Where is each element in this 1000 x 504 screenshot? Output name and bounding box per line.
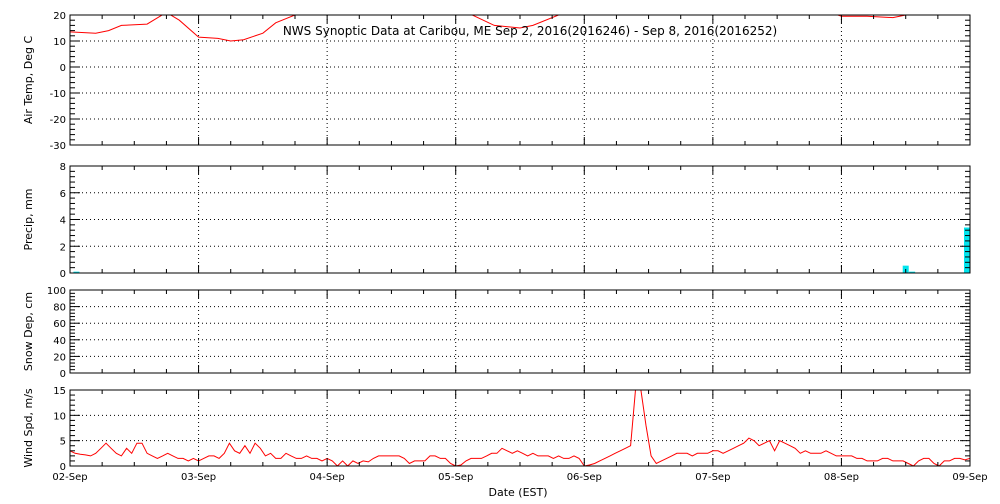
y-tick-label: 80 bbox=[53, 303, 66, 314]
y-tick-label: 10 bbox=[53, 37, 66, 48]
chart-svg: -30 -20 -10 0 10 20 Air Temp, Deg C 0 2 4 6 8 Precip… bbox=[22, 11, 988, 499]
y-tick-label: -30 bbox=[50, 141, 66, 152]
y-axis-label: Snow Dep, cm bbox=[22, 292, 35, 371]
y-tick-label: 6 bbox=[60, 189, 66, 200]
y-tick-label: 8 bbox=[60, 162, 66, 173]
y-axis-label: Wind Spd, m/s bbox=[22, 388, 35, 468]
y-tick-label: 40 bbox=[53, 336, 66, 347]
y-tick-label: 20 bbox=[53, 352, 66, 363]
precip-bar bbox=[964, 227, 970, 273]
x-tick-label: 02-Sep bbox=[52, 472, 87, 483]
x-tick-label: 05-Sep bbox=[438, 472, 473, 483]
y-tick-label: -20 bbox=[50, 115, 66, 126]
chart-title: NWS Synoptic Data at Caribou, ME Sep 2, … bbox=[283, 24, 777, 38]
series-line bbox=[70, 390, 970, 466]
panel-frame bbox=[69, 289, 971, 374]
y-tick-label: 15 bbox=[53, 386, 66, 397]
y-tick-label: 0 bbox=[60, 269, 66, 280]
chart-panel-3: 051015Wind Spd, m/s bbox=[22, 386, 971, 473]
chart-figure: -30 -20 -10 0 10 20 Air Temp, Deg C 0 2 4 6 8 Precip… bbox=[0, 0, 1000, 500]
x-tick-label: 06-Sep bbox=[567, 472, 602, 483]
y-axis-label: Precip, mm bbox=[22, 189, 35, 251]
y-tick-label: 0 bbox=[60, 63, 66, 74]
chart-panel-1: 0 2 4 6 8 Precip, mm bbox=[22, 162, 971, 280]
y-tick-label: -10 bbox=[50, 89, 66, 100]
y-tick-label: 4 bbox=[60, 216, 66, 227]
y-axis-label: Air Temp, Deg C bbox=[22, 36, 35, 125]
y-tick-label: 20 bbox=[53, 11, 66, 22]
x-tick-label: 03-Sep bbox=[181, 472, 216, 483]
y-tick-label: 0 bbox=[60, 369, 66, 380]
y-tick-label: 60 bbox=[53, 319, 66, 330]
y-tick-label: 100 bbox=[47, 286, 66, 297]
x-axis-label: Date (EST) bbox=[488, 486, 547, 499]
x-tick-label: 08-Sep bbox=[824, 472, 859, 483]
panel-frame bbox=[69, 389, 971, 467]
y-tick-label: 5 bbox=[60, 437, 66, 448]
chart-panel-2: 0 20 40 60 80 100 Snow Dep, cm bbox=[22, 286, 971, 380]
y-tick-label: 2 bbox=[60, 242, 66, 253]
x-tick-label: 04-Sep bbox=[310, 472, 345, 483]
x-tick-label: 09-Sep bbox=[952, 472, 987, 483]
y-tick-label: 10 bbox=[53, 411, 66, 422]
x-tick-label: 07-Sep bbox=[695, 472, 730, 483]
